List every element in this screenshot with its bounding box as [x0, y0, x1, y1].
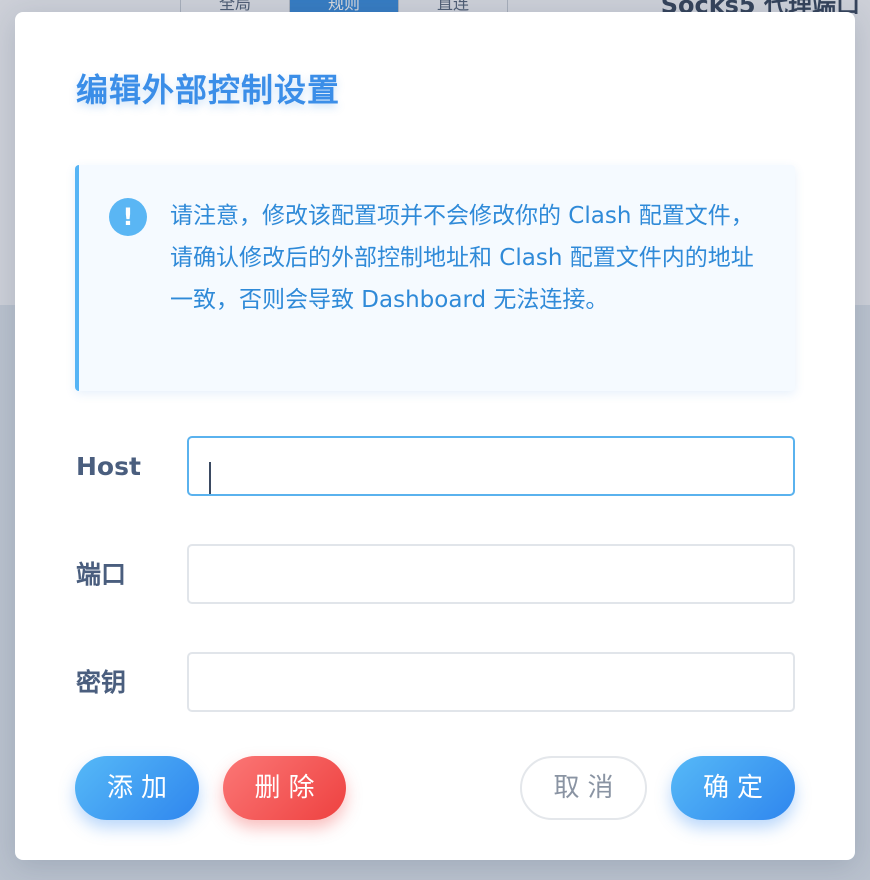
info-icon: !	[109, 198, 147, 236]
add-button[interactable]: 添加	[75, 756, 199, 820]
alert-text: 请注意，修改该配置项并不会修改你的 Clash 配置文件，请确认修改后的外部控制…	[170, 203, 754, 313]
secret-input[interactable]	[187, 652, 795, 712]
port-input[interactable]	[187, 544, 795, 604]
host-input[interactable]	[187, 436, 795, 496]
cancel-button[interactable]: 取消	[520, 756, 647, 820]
warning-alert: ! 请注意，修改该配置项并不会修改你的 Clash 配置文件，请确认修改后的外部…	[75, 165, 795, 391]
host-label: Host	[76, 452, 141, 481]
secret-label: 密钥	[76, 668, 127, 697]
text-caret	[209, 462, 211, 494]
delete-button[interactable]: 删除	[223, 756, 346, 820]
external-control-dialog: 编辑外部控制设置 ! 请注意，修改该配置项并不会修改你的 Clash 配置文件，…	[15, 12, 855, 860]
port-label: 端口	[76, 560, 127, 589]
confirm-button[interactable]: 确定	[671, 756, 795, 820]
dialog-title: 编辑外部控制设置	[76, 71, 341, 109]
